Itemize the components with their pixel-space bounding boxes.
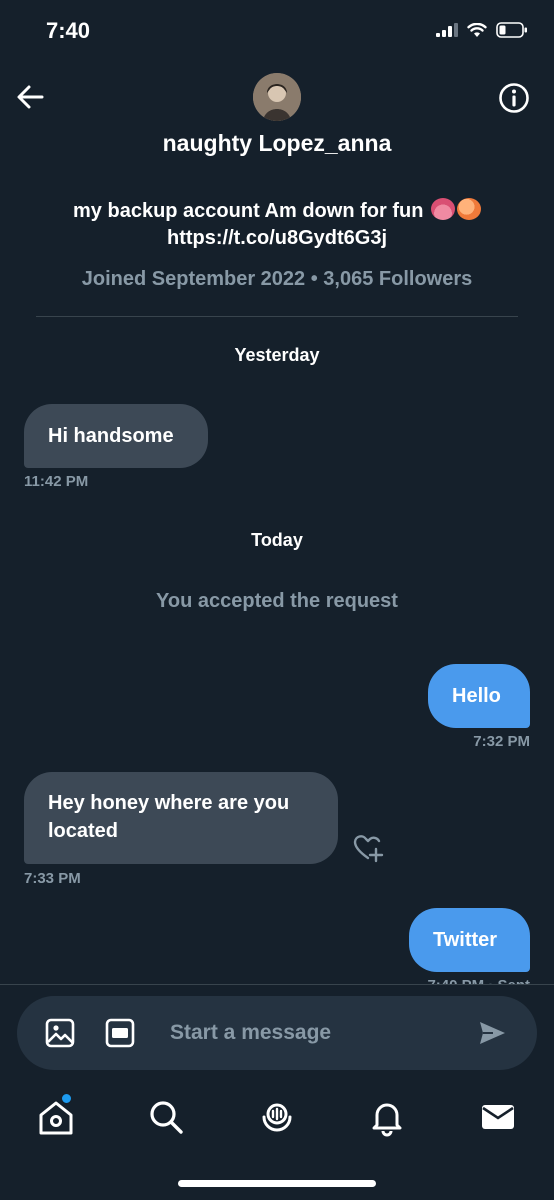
tongue-emoji-icon xyxy=(430,198,455,220)
battery-icon xyxy=(496,22,527,38)
gif-icon xyxy=(105,1018,135,1048)
bell-icon xyxy=(372,1103,402,1137)
message-text-line: located xyxy=(48,820,119,842)
message-bubble-outgoing[interactable]: Hello xyxy=(428,664,530,728)
signal-icon xyxy=(436,23,458,37)
react-button[interactable] xyxy=(352,833,384,863)
message-text: Hello xyxy=(452,685,501,707)
avatar[interactable] xyxy=(253,73,301,121)
back-arrow-icon xyxy=(17,85,44,109)
heart-plus-icon xyxy=(353,835,384,863)
bio-link[interactable]: https://t.co/u8Gydt6G3j xyxy=(0,225,554,252)
message-composer xyxy=(17,996,537,1070)
joined-info: Joined September 2022 • 3,065 Followers xyxy=(81,268,473,290)
peach-emoji-icon xyxy=(456,198,481,220)
message-input[interactable] xyxy=(170,1018,460,1048)
home-icon xyxy=(39,1101,73,1135)
status-time: 7:40 xyxy=(46,18,91,43)
profile-name[interactable]: naughty Lopez_anna xyxy=(0,130,554,157)
add-gif-button[interactable] xyxy=(105,1018,135,1048)
info-icon xyxy=(499,83,529,113)
nav-search[interactable] xyxy=(146,1097,186,1137)
status-icons xyxy=(436,22,528,38)
message-timestamp: 7:33 PM xyxy=(24,870,81,887)
back-button[interactable] xyxy=(14,80,48,114)
nav-spaces[interactable] xyxy=(257,1097,297,1137)
avatar-image xyxy=(253,73,301,121)
wifi-icon xyxy=(467,22,487,37)
day-separator-yesterday: Yesterday xyxy=(234,345,320,365)
message-timestamp: 11:42 PM xyxy=(24,473,89,490)
nav-home[interactable] xyxy=(36,1093,76,1137)
message-timestamp: 7:32 PM xyxy=(473,733,530,750)
message-bubble-outgoing[interactable]: Twitter xyxy=(409,908,530,972)
day-separator-today: Today xyxy=(251,530,303,550)
add-image-button[interactable] xyxy=(45,1018,75,1048)
message-bubble-incoming[interactable]: Hey honey where are you located xyxy=(24,772,338,864)
spaces-icon xyxy=(262,1103,292,1132)
nav-messages[interactable] xyxy=(478,1097,518,1137)
message-bubble-incoming[interactable]: Hi handsome xyxy=(24,404,208,468)
home-indicator[interactable] xyxy=(178,1180,376,1187)
notification-dot xyxy=(61,1093,72,1104)
system-message: You accepted the request xyxy=(156,590,398,612)
nav-notifications[interactable] xyxy=(367,1097,407,1137)
info-button[interactable] xyxy=(498,82,530,114)
message-text: Hi handsome xyxy=(48,425,174,447)
mail-icon xyxy=(482,1105,514,1129)
image-icon xyxy=(45,1018,75,1048)
composer-divider xyxy=(0,984,554,985)
send-icon xyxy=(480,1022,505,1044)
profile-bio: my backup account Am down for fun https:… xyxy=(0,198,554,252)
message-text-line: Hey honey where are you xyxy=(48,792,290,814)
bio-text: my backup account Am down for fun xyxy=(73,200,424,222)
send-button[interactable] xyxy=(477,1018,507,1048)
search-icon xyxy=(150,1101,183,1134)
message-text: Twitter xyxy=(433,929,498,951)
bio-line: my backup account Am down for fun xyxy=(0,198,554,225)
message-status: 7:40 PM · Sent xyxy=(427,977,530,984)
header-divider xyxy=(36,316,518,317)
